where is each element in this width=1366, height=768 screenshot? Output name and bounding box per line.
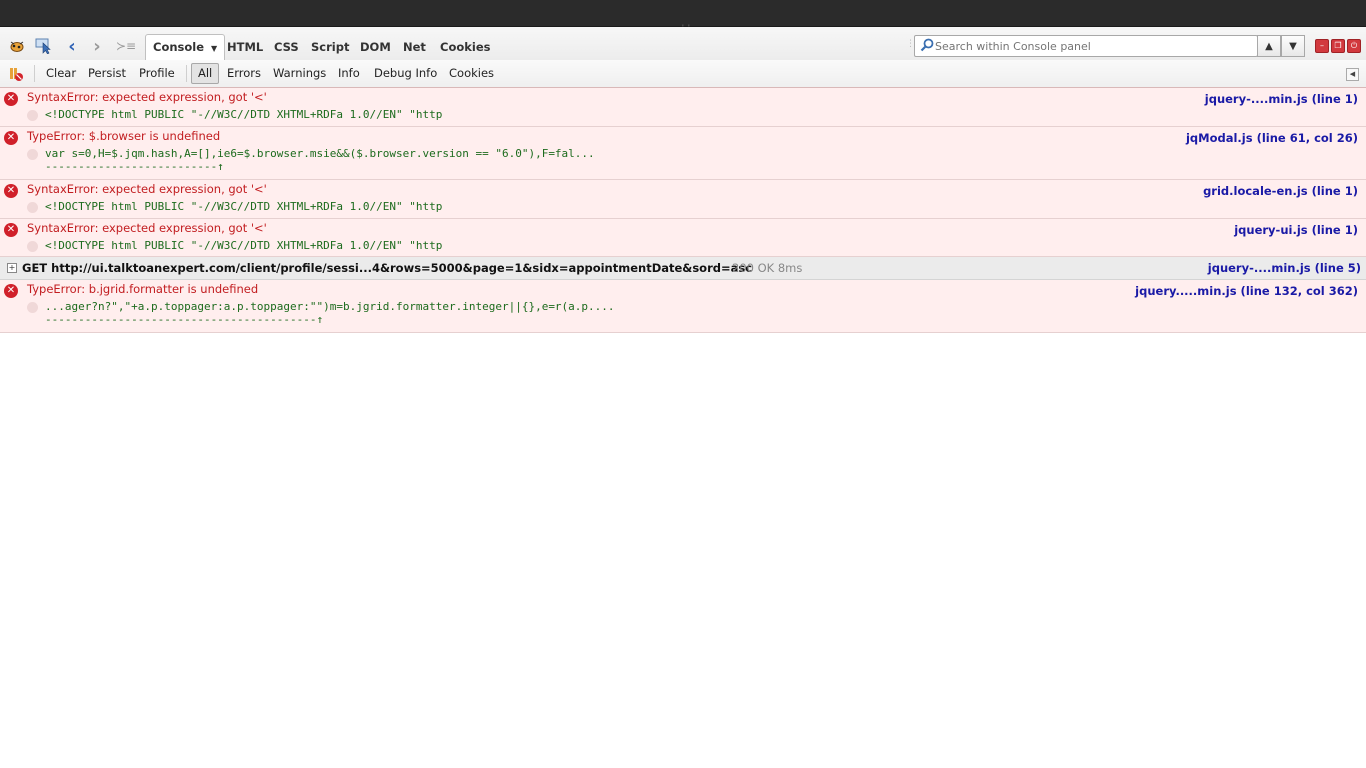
chevron-down-icon: ▼: [1289, 40, 1297, 52]
log-source-link[interactable]: jquery-....min.js (line 1): [1205, 92, 1358, 106]
tab-dom[interactable]: DOM: [353, 35, 398, 60]
minimize-button[interactable]: –: [1315, 39, 1329, 53]
net-request-row[interactable]: + GET http://ui.talktoanexpert.com/clien…: [0, 257, 1366, 280]
firebug-icon[interactable]: [8, 37, 26, 55]
filter-debug-info[interactable]: Debug Info: [368, 63, 443, 84]
error-caret: ----------------------------------------…: [45, 313, 324, 326]
tab-net[interactable]: Net: [396, 35, 433, 60]
tab-console[interactable]: Console ▼: [145, 34, 226, 62]
log-code: <!DOCTYPE html PUBLIC "-//W3C//DTD XHTML…: [45, 239, 443, 252]
log-code: ...ager?n?","+a.p.toppager:a.p.toppager:…: [45, 300, 615, 313]
detach-icon: ❐: [1334, 41, 1342, 50]
log-source-link[interactable]: jquery.....min.js (line 132, col 362): [1135, 284, 1358, 298]
error-icon: ✕: [4, 284, 18, 298]
filter-info[interactable]: Info: [332, 63, 366, 84]
request-url[interactable]: GET http://ui.talktoanexpert.com/client/…: [22, 261, 752, 275]
log-code: var s=0,H=$.jqm.hash,A=[],ie6=$.browser.…: [45, 147, 595, 160]
inspect-icon[interactable]: [35, 37, 53, 55]
break-on-error-icon[interactable]: [8, 66, 24, 82]
chevron-down-icon[interactable]: ▼: [211, 44, 217, 53]
log-code: <!DOCTYPE html PUBLIC "-//W3C//DTD XHTML…: [45, 200, 443, 213]
tab-cookies[interactable]: Cookies: [433, 35, 497, 60]
persist-button[interactable]: Persist: [82, 63, 132, 84]
power-icon: ⏻: [1350, 41, 1358, 50]
log-entry[interactable]: ✕ SyntaxError: expected expression, got …: [0, 219, 1366, 257]
tab-console-label: Console: [153, 40, 205, 54]
log-source-link[interactable]: jquery-ui.js (line 1): [1234, 223, 1358, 237]
tab-css[interactable]: CSS: [267, 35, 306, 60]
log-entry[interactable]: ✕ SyntaxError: expected expression, got …: [0, 180, 1366, 219]
tab-html[interactable]: HTML: [220, 35, 270, 60]
error-icon: ✕: [4, 184, 18, 198]
search-icon: [920, 38, 934, 52]
search-input[interactable]: [935, 38, 1250, 54]
expand-icon[interactable]: +: [7, 263, 17, 273]
error-caret: --------------------------↑: [45, 160, 224, 173]
search-next-button[interactable]: ▼: [1281, 35, 1305, 57]
request-status: 200 OK 8ms: [732, 261, 803, 275]
log-code: <!DOCTYPE html PUBLIC "-//W3C//DTD XHTML…: [45, 108, 443, 121]
filter-warnings[interactable]: Warnings: [267, 63, 332, 84]
back-icon[interactable]: ‹: [64, 36, 80, 57]
forward-icon[interactable]: ›: [89, 36, 105, 57]
log-entry[interactable]: ✕ SyntaxError: expected expression, got …: [0, 88, 1366, 127]
toggle-side-panel-button[interactable]: ◀: [1346, 68, 1359, 81]
filter-all[interactable]: All: [191, 63, 220, 84]
window-title-bar: [0, 0, 1366, 27]
clear-button[interactable]: Clear: [40, 63, 82, 84]
log-entry[interactable]: ✕ TypeError: b.jgrid.formatter is undefi…: [0, 280, 1366, 333]
log-message: TypeError: $.browser is undefined: [27, 129, 221, 143]
log-message: SyntaxError: expected expression, got '<…: [27, 221, 267, 235]
breakpoint-toggle[interactable]: [27, 149, 38, 160]
breakpoint-toggle[interactable]: [27, 110, 38, 121]
log-source-link[interactable]: grid.locale-en.js (line 1): [1203, 184, 1358, 198]
log-message: SyntaxError: expected expression, got '<…: [27, 90, 267, 104]
triangle-left-icon: ◀: [1349, 70, 1356, 78]
profile-button[interactable]: Profile: [133, 63, 181, 84]
minimize-icon: –: [1320, 41, 1324, 50]
search-prev-button[interactable]: ▲: [1257, 35, 1281, 57]
toolbar-divider: [34, 65, 35, 82]
command-line-icon[interactable]: ≻≡: [116, 37, 136, 55]
filter-errors[interactable]: Errors: [221, 63, 267, 84]
breakpoint-toggle[interactable]: [27, 302, 38, 313]
log-source-link[interactable]: jquery-....min.js (line 5): [1208, 261, 1361, 275]
breakpoint-toggle[interactable]: [27, 202, 38, 213]
close-button[interactable]: ⏻: [1347, 39, 1361, 53]
error-icon: ✕: [4, 92, 18, 106]
chevron-up-icon: ▲: [1265, 40, 1273, 52]
error-icon: ✕: [4, 131, 18, 145]
breakpoint-toggle[interactable]: [27, 241, 38, 252]
error-icon: ✕: [4, 223, 18, 237]
tab-script[interactable]: Script: [304, 35, 356, 60]
detach-button[interactable]: ❐: [1331, 39, 1345, 53]
filter-cookies[interactable]: Cookies: [443, 63, 500, 84]
toolbar-divider: [186, 65, 187, 82]
log-message: TypeError: b.jgrid.formatter is undefine…: [27, 282, 259, 296]
log-source-link[interactable]: jqModal.js (line 61, col 26): [1186, 131, 1358, 145]
log-entry[interactable]: ✕ TypeError: $.browser is undefined jqMo…: [0, 127, 1366, 180]
log-message: SyntaxError: expected expression, got '<…: [27, 182, 267, 196]
search-box[interactable]: [914, 35, 1258, 57]
